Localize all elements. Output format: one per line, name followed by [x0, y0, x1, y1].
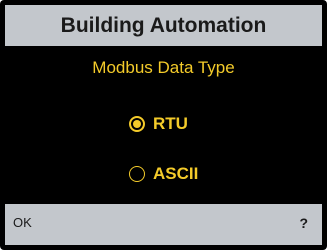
radio-dot: [133, 120, 141, 128]
header-bar: Building Automation: [5, 5, 322, 46]
radio-selected-icon[interactable]: [129, 116, 145, 132]
option-ascii[interactable]: ASCII: [129, 162, 198, 186]
option-rtu[interactable]: RTU: [129, 112, 188, 136]
radio-unselected-icon[interactable]: [129, 166, 145, 182]
option-label-rtu: RTU: [153, 114, 188, 133]
softkey-bar: OK ?: [5, 204, 322, 245]
menu-screen: Modbus Data Type RTU ASCII: [5, 46, 322, 204]
menu-subtitle: Modbus Data Type: [92, 58, 235, 77]
help-softkey[interactable]: ?: [299, 215, 308, 231]
page-title: Building Automation: [60, 13, 267, 37]
option-label-ascii: ASCII: [153, 164, 199, 183]
thermostat-display: Building Automation Modbus Data Type RTU…: [0, 0, 327, 250]
ok-softkey[interactable]: OK: [13, 215, 32, 230]
